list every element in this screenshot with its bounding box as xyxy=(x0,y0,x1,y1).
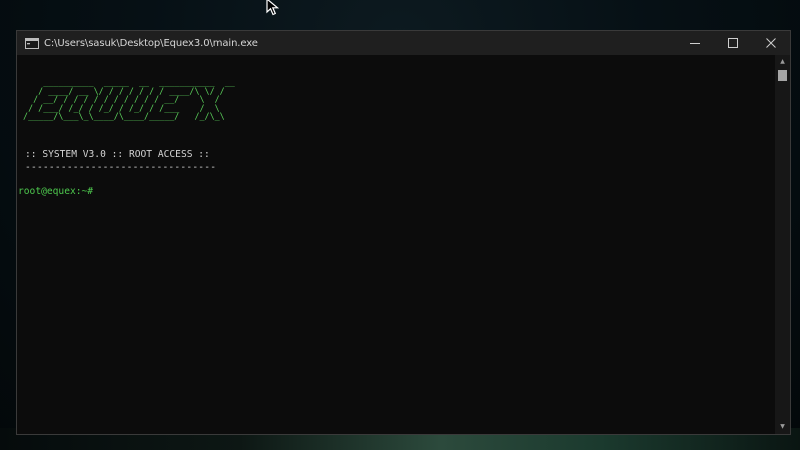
window-title: C:\Users\sasuk\Desktop\Equex3.0\main.exe xyxy=(44,37,258,49)
title-bar[interactable]: C:\Users\sasuk\Desktop\Equex3.0\main.exe xyxy=(17,31,790,55)
system-info-line: :: SYSTEM V3.0 :: ROOT ACCESS :: xyxy=(25,149,210,160)
ascii-banner: __________ _____ __ ___________ __ / ___… xyxy=(18,78,235,121)
minimize-button[interactable] xyxy=(676,31,714,55)
scroll-down-arrow-icon[interactable]: ▼ xyxy=(775,420,790,434)
maximize-button[interactable] xyxy=(714,31,752,55)
scrollbar-thumb[interactable] xyxy=(778,70,787,81)
mouse-cursor-icon xyxy=(266,0,280,16)
separator-line: -------------------------------- xyxy=(25,162,217,173)
scroll-up-arrow-icon[interactable]: ▲ xyxy=(775,55,790,69)
banner-line: /_____/\___\_\____/\____/_____/ /_/\_\ xyxy=(18,111,225,122)
close-icon xyxy=(766,38,776,48)
minimize-icon xyxy=(690,43,700,44)
console-output[interactable]: __________ _____ __ ___________ __ / ___… xyxy=(17,55,775,434)
vertical-scrollbar[interactable]: ▲ ▼ xyxy=(775,55,790,434)
console-window[interactable]: C:\Users\sasuk\Desktop\Equex3.0\main.exe… xyxy=(16,30,791,435)
close-button[interactable] xyxy=(752,31,790,55)
shell-prompt[interactable]: root@equex:~# xyxy=(18,185,93,198)
maximize-icon xyxy=(728,38,738,48)
console-app-icon xyxy=(25,37,39,49)
